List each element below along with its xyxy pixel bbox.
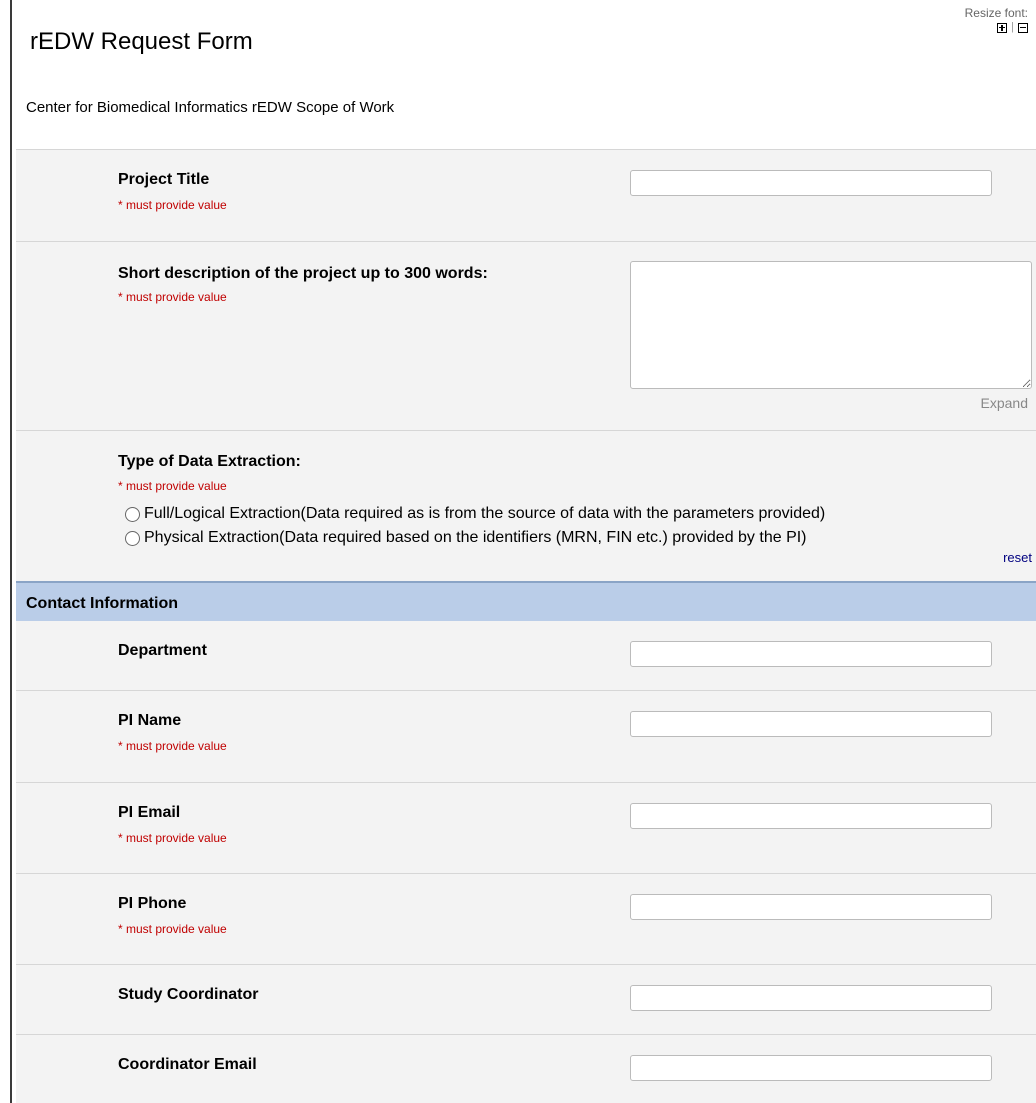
required-note: * must provide value bbox=[118, 739, 227, 753]
plus-square-icon[interactable] bbox=[997, 22, 1008, 33]
resize-font-control: Resize font: | bbox=[965, 7, 1028, 34]
project-title-input[interactable] bbox=[630, 170, 992, 196]
left-border bbox=[10, 0, 12, 1103]
pi-email-input[interactable] bbox=[630, 803, 992, 829]
required-note: * must provide value bbox=[118, 922, 227, 936]
row-pi-phone: PI Phone * must provide value bbox=[16, 873, 1036, 964]
radio-option-physical[interactable]: Physical Extraction(Data required based … bbox=[125, 529, 807, 547]
extraction-type-label: Type of Data Extraction: bbox=[118, 453, 301, 470]
coordinator-email-input[interactable] bbox=[630, 1055, 992, 1081]
minus-square-icon[interactable] bbox=[1018, 22, 1028, 33]
expand-link[interactable]: Expand bbox=[981, 395, 1028, 411]
pi-phone-label: PI Phone bbox=[118, 895, 187, 912]
pi-name-label: PI Name bbox=[118, 712, 182, 729]
radio-option-label: Physical Extraction(Data required based … bbox=[144, 529, 807, 546]
section-title: Contact Information bbox=[26, 595, 178, 612]
department-input[interactable] bbox=[630, 641, 992, 667]
short-description-textarea[interactable] bbox=[630, 261, 1032, 389]
pi-name-input[interactable] bbox=[630, 711, 992, 737]
required-note: * must provide value bbox=[118, 198, 227, 212]
coordinator-email-label: Coordinator Email bbox=[118, 1056, 257, 1073]
row-extraction-type: Type of Data Extraction: * must provide … bbox=[16, 430, 1036, 581]
page-title: rEDW Request Form bbox=[30, 28, 253, 55]
row-short-description: Short description of the project up to 3… bbox=[16, 241, 1036, 430]
radio-button[interactable] bbox=[125, 530, 140, 546]
row-study-coordinator: Study Coordinator bbox=[16, 964, 1036, 1034]
study-coordinator-label: Study Coordinator bbox=[118, 986, 259, 1003]
row-coordinator-email: Coordinator Email bbox=[16, 1034, 1036, 1103]
project-title-label: Project Title bbox=[118, 171, 210, 188]
request-form-page: Resize font: | rEDW Request Form Center … bbox=[16, 0, 1036, 1103]
pi-email-label: PI Email bbox=[118, 804, 181, 821]
row-pi-name: PI Name * must provide value bbox=[16, 690, 1036, 782]
radio-option-full-logical[interactable]: Full/Logical Extraction(Data required as… bbox=[125, 505, 825, 523]
row-pi-email: PI Email * must provide value bbox=[16, 782, 1036, 873]
required-note: * must provide value bbox=[118, 290, 227, 304]
department-label: Department bbox=[118, 642, 207, 659]
required-note: * must provide value bbox=[118, 479, 227, 493]
section-header-contact-information: Contact Information bbox=[16, 581, 1036, 621]
page-subtitle: Center for Biomedical Informatics rEDW S… bbox=[26, 99, 395, 116]
required-note: * must provide value bbox=[118, 831, 227, 845]
short-description-label: Short description of the project up to 3… bbox=[118, 265, 488, 282]
study-coordinator-input[interactable] bbox=[630, 985, 992, 1011]
pi-phone-input[interactable] bbox=[630, 894, 992, 920]
resize-separator: | bbox=[1011, 21, 1014, 33]
row-department: Department bbox=[16, 621, 1036, 690]
reset-link[interactable]: reset bbox=[1003, 550, 1032, 565]
row-project-title: Project Title * must provide value bbox=[16, 149, 1036, 241]
radio-button[interactable] bbox=[125, 506, 140, 522]
resize-font-label: Resize font: bbox=[964, 6, 1028, 20]
radio-option-label: Full/Logical Extraction(Data required as… bbox=[144, 505, 826, 522]
